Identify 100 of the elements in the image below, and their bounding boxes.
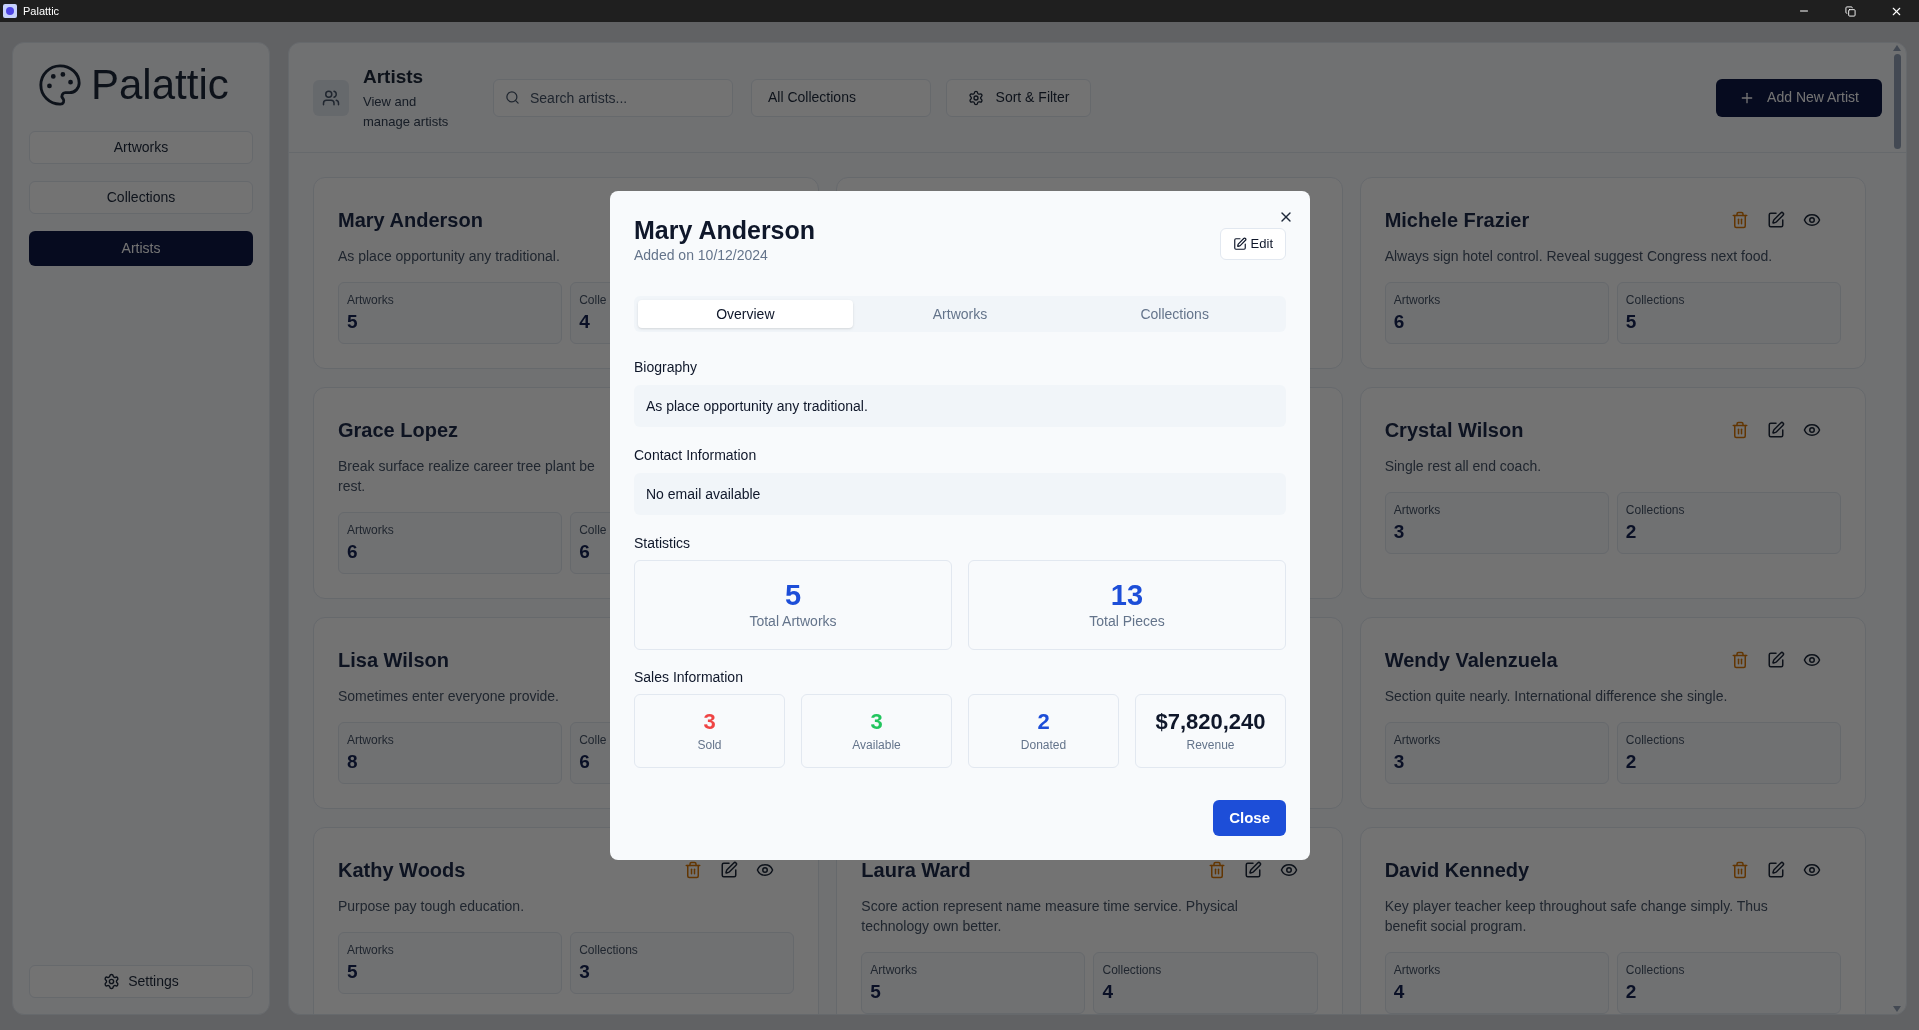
stat-value: 2 <box>1625 980 1637 1004</box>
search-icon <box>505 89 520 105</box>
trash-icon[interactable] <box>684 861 703 879</box>
gear-icon <box>967 89 984 106</box>
search-field[interactable]: Search artists... <box>493 78 733 117</box>
trash-icon[interactable] <box>1207 861 1226 879</box>
artist-name: Grace Lopez <box>338 418 459 443</box>
window-title: Palattic <box>23 3 60 19</box>
app-logo: Palattic <box>91 64 229 106</box>
dialog-subtitle: Added on 10/12/2024 <box>634 246 769 265</box>
stat-label: Artworks <box>347 942 394 959</box>
dialog-tab[interactable]: Artworks <box>852 300 1068 328</box>
biography-text: As place opportunity any traditional. <box>634 385 1286 427</box>
close-button[interactable]: Close <box>1213 800 1286 836</box>
artist-description: Sometimes enter everyone provide. <box>338 687 559 706</box>
scrollbar[interactable] <box>1892 45 1902 1012</box>
trash-icon[interactable] <box>1731 421 1749 439</box>
sales-value: 2 <box>1037 708 1050 736</box>
sales-label: Available <box>852 737 901 754</box>
section-heading: Biography <box>634 358 699 377</box>
section-heading: Contact Information <box>634 446 758 465</box>
palette-icon <box>37 62 83 108</box>
sales-value: 3 <box>870 708 883 736</box>
stat-value: 5 <box>347 310 358 334</box>
eye-icon[interactable] <box>1803 861 1821 879</box>
artist-description: Score action represent name measure time service. Physical technology own better. <box>861 897 1238 936</box>
stat-label: Collections <box>1625 732 1685 749</box>
eye-icon[interactable] <box>756 861 775 879</box>
stat-value: 6 <box>579 750 590 774</box>
add-artist-button[interactable]: Add New Artist <box>1716 78 1882 117</box>
eye-icon[interactable] <box>1803 651 1821 669</box>
stat-value: 6 <box>347 540 358 564</box>
contact-text: No email available <box>634 473 1286 515</box>
dialog-tab[interactable]: Overview <box>638 300 853 328</box>
app-icon <box>3 4 17 18</box>
sort-filter-button[interactable]: Sort & Filter <box>946 78 1091 117</box>
stat-value: 2 <box>1625 750 1637 774</box>
statistic-value: 13 <box>1110 578 1144 611</box>
sales-label: Donated <box>1020 737 1067 754</box>
settings-button[interactable]: Settings <box>29 965 253 998</box>
stat-label: Artworks <box>347 292 394 309</box>
stat-label: Artworks <box>1393 732 1441 749</box>
edit-icon[interactable] <box>1767 211 1785 229</box>
statistic-label: Total Artworks <box>749 611 837 631</box>
dialog-tab[interactable]: Collections <box>1067 300 1282 328</box>
stat-label: Colle <box>579 522 607 539</box>
edit-icon[interactable] <box>1767 861 1785 879</box>
artist-name: Mary Anderson <box>338 208 483 233</box>
scrollbar-thumb[interactable] <box>1893 54 1901 149</box>
edit-icon[interactable] <box>1767 651 1785 669</box>
settings-icon <box>103 973 121 990</box>
sales-label: Sold <box>697 737 722 754</box>
stat-value: 8 <box>347 750 358 774</box>
stat-label: Collections <box>1625 962 1685 979</box>
stat-label: Collections <box>579 942 638 959</box>
collection-filter[interactable]: All Collections <box>751 78 931 117</box>
edit-button[interactable]: Edit <box>1219 228 1286 260</box>
scroll-up-icon <box>1893 45 1901 51</box>
artist-name: Kathy Woods <box>338 858 466 883</box>
artist-name: David Kennedy <box>1384 858 1530 883</box>
stat-value: 6 <box>1393 310 1405 334</box>
stat-value: 3 <box>1393 750 1405 774</box>
stat-label: Colle <box>579 732 607 749</box>
artist-description: Break surface realize career tree plant be rest. <box>338 457 595 496</box>
stat-label: Colle <box>579 292 607 309</box>
edit-icon[interactable] <box>1767 421 1785 439</box>
artist-name: Laura Ward <box>861 858 971 883</box>
restore-icon <box>1844 5 1856 17</box>
edit-icon[interactable] <box>720 861 739 879</box>
section-heading: Sales Information <box>634 668 744 687</box>
artist-name: Michele Frazier <box>1384 208 1530 233</box>
artist-name: Wendy Valenzuela <box>1384 648 1558 673</box>
stat-label: Artworks <box>1393 292 1441 309</box>
stat-label: Collections <box>1102 962 1162 979</box>
nav-item[interactable]: Collections <box>29 181 253 214</box>
stat-label: Artworks <box>1393 962 1441 979</box>
artist-description: Always sign hotel control. Reveal suggest Congress next food. <box>1384 247 1773 266</box>
stat-value: 4 <box>1393 980 1405 1004</box>
statistic-value: 5 <box>784 578 802 611</box>
edit-icon[interactable] <box>1243 861 1262 879</box>
stat-label: Artworks <box>1393 502 1441 519</box>
stat-value: 4 <box>1102 980 1114 1004</box>
stat-label: Artworks <box>347 732 394 749</box>
trash-icon[interactable] <box>1731 861 1749 879</box>
nav-item[interactable]: Artworks <box>29 131 253 164</box>
trash-icon[interactable] <box>1731 211 1749 229</box>
artist-description: Purpose pay tough education. <box>338 897 525 916</box>
eye-icon[interactable] <box>1803 211 1821 229</box>
nav-item[interactable]: Artists <box>29 231 253 266</box>
page-subtitle: View and manage artists <box>363 92 450 131</box>
eye-icon[interactable] <box>1803 421 1821 439</box>
trash-icon[interactable] <box>1731 651 1749 669</box>
stat-value: 2 <box>1625 520 1637 544</box>
stat-label: Collections <box>1625 502 1685 519</box>
users-icon <box>322 88 340 107</box>
stat-value: 4 <box>579 310 590 334</box>
eye-icon[interactable] <box>1279 861 1298 879</box>
section-heading: Statistics <box>634 534 691 553</box>
stat-value: 5 <box>870 980 881 1004</box>
artist-name: Crystal Wilson <box>1384 418 1524 443</box>
